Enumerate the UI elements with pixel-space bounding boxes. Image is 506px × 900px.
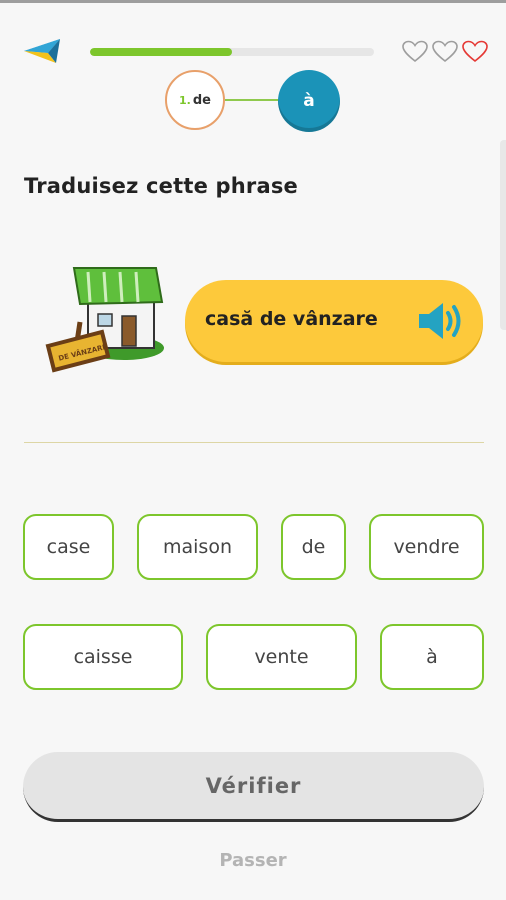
word-chip[interactable]: vente bbox=[206, 624, 357, 690]
step-connector bbox=[225, 99, 285, 101]
house-for-sale-illustration: DE VÂNZARE bbox=[45, 267, 164, 373]
answer-drop-line[interactable] bbox=[24, 442, 484, 443]
status-bar-edge bbox=[0, 0, 506, 3]
speaker-icon[interactable] bbox=[417, 300, 465, 342]
word-chip[interactable]: maison bbox=[137, 514, 258, 580]
heart-icon bbox=[402, 40, 428, 63]
step-2-label: à bbox=[303, 91, 315, 111]
source-phrase-text: casă de vânzare bbox=[205, 308, 378, 330]
step-1-label: de bbox=[192, 92, 211, 108]
step-1-number: 1. bbox=[179, 93, 191, 107]
lives-indicator bbox=[402, 40, 488, 66]
side-edge-handle bbox=[500, 140, 506, 330]
verify-button[interactable]: Vérifier bbox=[23, 752, 484, 822]
heart-icon bbox=[432, 40, 458, 63]
word-chip[interactable]: à bbox=[380, 624, 484, 690]
back-arrow-icon[interactable] bbox=[22, 34, 62, 68]
lesson-progress-fill bbox=[90, 48, 232, 56]
word-chip[interactable]: de bbox=[281, 514, 346, 580]
step-2[interactable]: à bbox=[278, 70, 340, 132]
heart-icon bbox=[462, 40, 488, 63]
step-1[interactable]: 1. de bbox=[165, 70, 225, 130]
instruction-title: Traduisez cette phrase bbox=[24, 174, 298, 198]
source-phrase-card[interactable]: casă de vânzare bbox=[185, 280, 483, 362]
word-steps: 1. de à bbox=[165, 68, 341, 132]
word-chip[interactable]: case bbox=[23, 514, 114, 580]
word-chip[interactable]: vendre bbox=[369, 514, 484, 580]
lesson-progress-bar bbox=[90, 48, 374, 56]
skip-link[interactable]: Passer bbox=[0, 850, 506, 871]
word-chip[interactable]: caisse bbox=[23, 624, 183, 690]
